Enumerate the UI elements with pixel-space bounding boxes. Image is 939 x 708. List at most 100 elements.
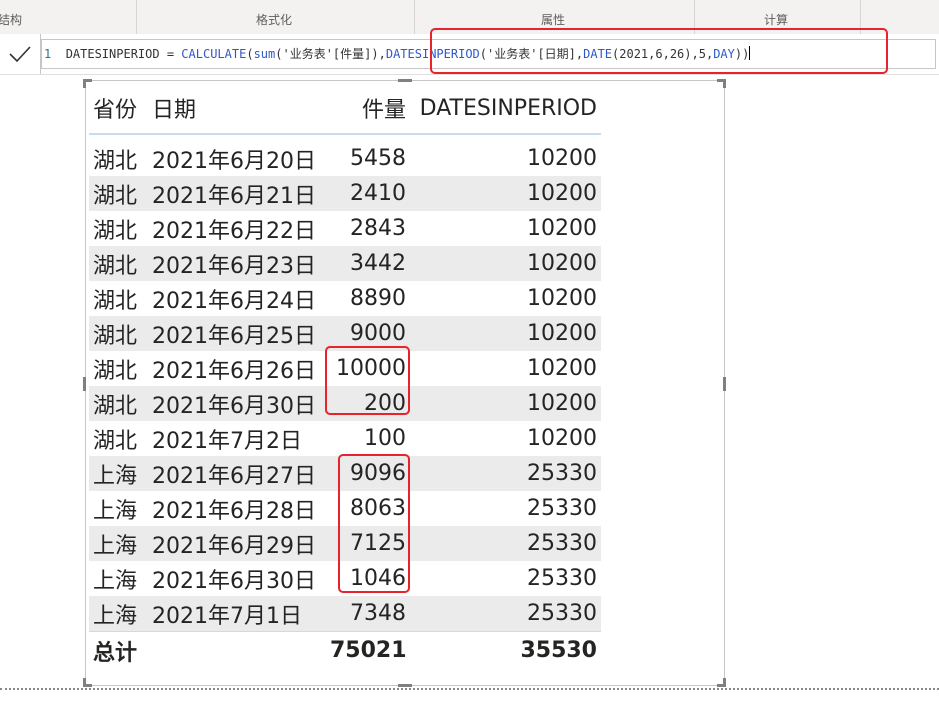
table-row[interactable]: 上海 2021年7月1日 7348 25330 — [89, 596, 601, 632]
column-header-qty[interactable]: 件量 — [326, 83, 410, 135]
table-row[interactable]: 湖北 2021年6月30日 200 10200 — [89, 386, 601, 421]
cell-province: 湖北 — [89, 211, 148, 246]
table-row[interactable]: 湖北 2021年6月24日 8890 10200 — [89, 281, 601, 316]
cell-province: 湖北 — [89, 141, 148, 176]
cell-province: 上海 — [89, 596, 148, 632]
cell-date: 2021年6月30日 — [148, 386, 326, 421]
formula-input[interactable]: 1 DATESINPERIOD = CALCULATE(sum('业务表'[件量… — [41, 39, 936, 69]
formula-equals: = — [159, 47, 182, 61]
column-header-datesinperiod[interactable]: DATESINPERIOD — [410, 83, 601, 135]
table-row[interactable]: 上海 2021年6月27日 9096 25330 — [89, 456, 601, 491]
ribbon-separator — [136, 0, 137, 34]
formula-fn-datesinperiod: DATESINPERIOD — [385, 47, 480, 61]
formula-comma: , — [378, 47, 386, 61]
cell-datesinperiod: 10200 — [410, 386, 601, 421]
ribbon-separator — [414, 0, 415, 34]
cell-qty: 7125 — [326, 526, 410, 561]
column-header-date[interactable]: 日期 — [148, 83, 326, 135]
ribbon-separator — [860, 0, 861, 34]
formula-dip-arg: ('业务表'[日期], — [479, 47, 584, 61]
checkmark-icon — [9, 46, 31, 63]
resize-handle[interactable] — [83, 79, 86, 88]
table-row[interactable]: 湖北 2021年6月22日 2843 10200 — [89, 211, 601, 246]
cell-qty: 7348 — [326, 596, 410, 632]
cell-total-label: 总计 — [89, 631, 326, 669]
table-row[interactable]: 上海 2021年6月28日 8063 25330 — [89, 491, 601, 526]
cell-date: 2021年6月24日 — [148, 281, 326, 316]
table-row[interactable]: 湖北 2021年6月25日 9000 10200 — [89, 316, 601, 351]
cell-datesinperiod: 10200 — [410, 246, 601, 281]
formula-fn-calculate: CALCULATE — [181, 47, 247, 61]
formula-bar: 1 DATESINPERIOD = CALCULATE(sum('业务表'[件量… — [0, 34, 939, 75]
cell-datesinperiod: 10200 — [410, 176, 601, 211]
cell-datesinperiod: 10200 — [410, 211, 601, 246]
cell-qty: 3442 — [326, 246, 410, 281]
column-header-province[interactable]: 省份 — [89, 83, 148, 135]
resize-handle[interactable] — [398, 79, 412, 82]
table-row[interactable]: 湖北 2021年6月23日 3442 10200 — [89, 246, 601, 281]
resize-handle[interactable] — [723, 377, 726, 391]
cell-date: 2021年6月25日 — [148, 316, 326, 351]
formula-open-paren: ( — [246, 47, 254, 61]
formula-fn-sum: sum — [253, 47, 276, 61]
cell-province: 上海 — [89, 561, 148, 596]
cell-province: 湖北 — [89, 351, 148, 386]
ribbon: 结构 格式化 属性 计算 — [0, 0, 939, 35]
cell-datesinperiod: 10200 — [410, 281, 601, 316]
ribbon-group-calculation[interactable]: 计算 — [764, 12, 788, 28]
cell-province: 上海 — [89, 491, 148, 526]
table-row[interactable]: 湖北 2021年6月21日 2410 10200 — [89, 176, 601, 211]
formula-close: )) — [734, 47, 750, 61]
cell-date: 2021年6月23日 — [148, 246, 326, 281]
resize-handle[interactable] — [723, 79, 726, 88]
cell-province: 湖北 — [89, 421, 148, 456]
table-row[interactable]: 湖北 2021年6月20日 5458 10200 — [89, 141, 601, 176]
table-total-row[interactable]: 总计 75021 35530 — [89, 631, 601, 669]
cell-date: 2021年6月20日 — [148, 141, 326, 176]
cell-date: 2021年6月22日 — [148, 211, 326, 246]
cell-datesinperiod: 25330 — [410, 491, 601, 526]
page-boundary — [0, 688, 939, 690]
formula-fn-day: DAY — [713, 47, 735, 61]
ribbon-group-format[interactable]: 格式化 — [256, 12, 292, 28]
cell-province: 湖北 — [89, 316, 148, 351]
cell-datesinperiod: 25330 — [410, 596, 601, 632]
table-row[interactable]: 湖北 2021年7月2日 100 10200 — [89, 421, 601, 456]
table-container: 省份 日期 件量 DATESINPERIOD 湖北 2021年6月20日 545… — [89, 83, 601, 669]
table-spacer — [89, 134, 601, 141]
cell-date: 2021年7月2日 — [148, 421, 326, 456]
resize-handle[interactable] — [83, 678, 86, 687]
cell-date: 2021年6月26日 — [148, 351, 326, 386]
resize-handle[interactable] — [398, 684, 412, 687]
commit-button[interactable] — [0, 34, 41, 74]
cell-date: 2021年7月1日 — [148, 596, 326, 632]
cell-datesinperiod: 10200 — [410, 421, 601, 456]
cell-qty: 10000 — [326, 351, 410, 386]
resize-handle[interactable] — [83, 377, 86, 391]
table-row[interactable]: 湖北 2021年6月26日 10000 10200 — [89, 351, 601, 386]
cell-qty: 100 — [326, 421, 410, 456]
formula-date-args: (2021,6,26),5, — [612, 47, 714, 61]
resize-handle[interactable] — [723, 678, 726, 687]
cell-date: 2021年6月29日 — [148, 526, 326, 561]
formula-sum-arg: ('业务表'[件量]) — [275, 47, 379, 61]
cell-province: 湖北 — [89, 176, 148, 211]
cell-province: 上海 — [89, 456, 148, 491]
cell-qty: 2410 — [326, 176, 410, 211]
formula-fn-date: DATE — [583, 47, 613, 61]
cell-datesinperiod: 25330 — [410, 456, 601, 491]
cell-datesinperiod: 25330 — [410, 561, 601, 596]
ribbon-group-properties[interactable]: 属性 — [541, 12, 565, 28]
ribbon-group-structure[interactable]: 结构 — [0, 12, 22, 28]
cell-datesinperiod: 10200 — [410, 316, 601, 351]
cell-province: 上海 — [89, 526, 148, 561]
cell-qty: 9000 — [326, 316, 410, 351]
table-row[interactable]: 上海 2021年6月30日 1046 25330 — [89, 561, 601, 596]
cell-date: 2021年6月21日 — [148, 176, 326, 211]
table-row[interactable]: 上海 2021年6月29日 7125 25330 — [89, 526, 601, 561]
cell-qty: 1046 — [326, 561, 410, 596]
cell-total-qty: 75021 — [326, 631, 410, 669]
cell-datesinperiod: 10200 — [410, 351, 601, 386]
cell-datesinperiod: 25330 — [410, 526, 601, 561]
cell-date: 2021年6月30日 — [148, 561, 326, 596]
